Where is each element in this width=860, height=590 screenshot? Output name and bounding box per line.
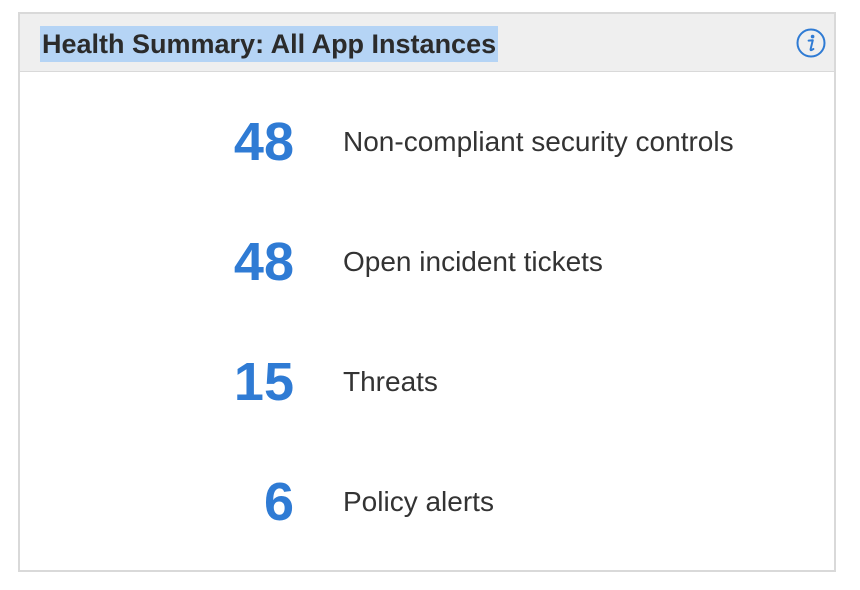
metric-value: 48	[233, 232, 294, 292]
metric-row-policy-alerts[interactable]: 6 Policy alerts	[20, 472, 834, 532]
metric-label: Threats	[343, 366, 438, 397]
metric-value: 6	[263, 472, 294, 532]
metric-label: Policy alerts	[343, 486, 494, 517]
info-icon[interactable]	[796, 28, 826, 58]
metric-value: 15	[233, 352, 294, 412]
metric-value: 48	[233, 112, 294, 172]
metric-label: Non-compliant security controls	[343, 126, 734, 157]
panel-title: Health Summary: All App Instances	[40, 26, 499, 62]
metric-row-non-compliant-controls[interactable]: 48 Non-compliant security controls	[20, 112, 834, 172]
metric-label: Open incident tickets	[343, 246, 603, 277]
panel-header: Health Summary: All App Instances	[20, 14, 834, 72]
metric-row-threats[interactable]: 15 Threats	[20, 352, 834, 412]
health-summary-panel: Health Summary: All App Instances 48 Non…	[18, 12, 836, 572]
metric-row-open-incident-tickets[interactable]: 48 Open incident tickets	[20, 232, 834, 292]
